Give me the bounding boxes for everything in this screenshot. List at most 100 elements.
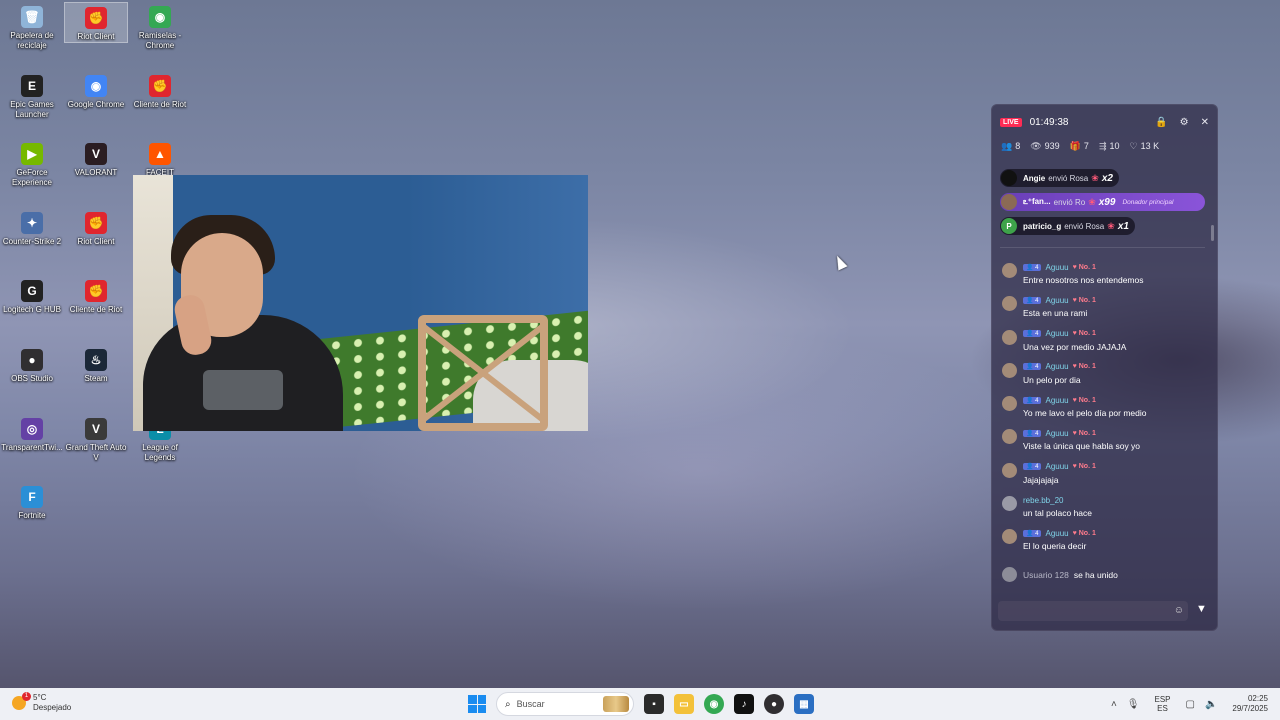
avatar[interactable]	[1002, 396, 1017, 412]
chat-username[interactable]: rebe.bb_20	[1023, 496, 1063, 505]
chat-username[interactable]: Aguuu	[1045, 263, 1068, 272]
chat-username[interactable]: Aguuu	[1045, 296, 1068, 305]
desktop-icon[interactable]: ✦ Counter-Strike 2	[0, 208, 64, 247]
gift-user[interactable]: patricio_g	[1023, 222, 1061, 231]
chat-username[interactable]: Aguuu	[1045, 529, 1068, 538]
gift-list: Angie envió Rosa ❀ x2 ఽ⁺fan... envió Ro ❀ x99 Do…	[1000, 169, 1205, 241]
avatar[interactable]	[1002, 462, 1017, 478]
chat-message: 👤 4 Aguuu ♥ No. 1 Una vez por medio JAJAJA	[1002, 328, 1202, 361]
volume-icon[interactable]: 🔈	[1205, 699, 1217, 710]
chat-message: 👤 4 Aguuu ♥ No. 1 Un pelo por dia	[1002, 361, 1202, 394]
rank-badge: ♥ No. 1	[1072, 529, 1096, 537]
app-icon: ◉	[85, 74, 107, 97]
desktop-icon-label: Cliente de Riot	[133, 99, 187, 109]
rose-icon: ❀	[1091, 172, 1099, 183]
taskbar-search[interactable]: ⌕ Buscar	[496, 692, 634, 716]
app-icon: G	[21, 280, 43, 303]
avatar[interactable]	[1002, 263, 1017, 278]
file-explorer-icon[interactable]: ▭	[674, 694, 694, 714]
live-badge: LIVE	[1000, 117, 1022, 127]
divider	[1000, 247, 1205, 248]
emoji-icon[interactable]: ☺	[1174, 605, 1184, 616]
chat-username[interactable]: Aguuu	[1045, 329, 1068, 338]
windows-start-icon[interactable]	[468, 695, 486, 713]
obs-icon[interactable]: ●	[764, 694, 784, 714]
clock-date: 29/7/2025	[1232, 704, 1268, 713]
desktop-icon[interactable]: V Grand Theft Auto V	[64, 414, 128, 463]
desktop-icon[interactable]: ✊ Riot Client	[64, 208, 128, 247]
gift-user[interactable]: Angie	[1023, 174, 1045, 183]
weather-widget[interactable]: 5°C Despejado	[12, 692, 71, 713]
desktop-icon-label: Fortnite	[18, 511, 46, 521]
app-icon: V	[85, 143, 107, 166]
desktop-icon[interactable]: G Logitech G HUB	[0, 276, 64, 315]
app-icon: ✦	[21, 211, 43, 234]
taskbar: 5°C Despejado ⌕ Buscar ▪ ▭ ◉ ♪ ● ▦ ˄ 🎙 E…	[0, 688, 1280, 720]
gift-user[interactable]: ఽ⁺fan...	[1023, 197, 1051, 208]
desktop-icon[interactable]: ▲ FACEIT	[128, 139, 192, 178]
chat-message: 👤 4 Aguuu ♥ No. 1 Jajajajaja	[1002, 461, 1202, 494]
desktop-icon[interactable]: ▶ GeForce Experience	[0, 139, 64, 188]
chat-text: Yo me lavo el pelo día por medio	[1023, 408, 1147, 419]
tiktok-icon[interactable]: ♪	[734, 694, 754, 714]
desktop-icon-label: Google Chrome	[67, 99, 125, 109]
avatar[interactable]	[1002, 329, 1017, 345]
chat-username[interactable]: Aguuu	[1045, 362, 1068, 371]
clock[interactable]: 02:25 29/7/2025	[1232, 694, 1268, 714]
chat-username[interactable]: Aguuu	[1045, 462, 1068, 471]
desktop-icon[interactable]: ✊ Cliente de Riot	[64, 276, 128, 315]
chat-username[interactable]: Aguuu	[1045, 429, 1068, 438]
desktop-icon-label: Riot Client	[77, 32, 115, 41]
chat-input[interactable]: ☺	[998, 601, 1188, 621]
app-icon: ▶	[21, 143, 43, 166]
desktop-icon[interactable]: V VALORANT	[64, 139, 128, 178]
rose-icon: ❀	[1088, 196, 1096, 207]
live-panel-header: LIVE 01:49:38 🔒 ⚙ ✕	[1000, 113, 1209, 131]
stat-shares: ⇶ 10	[1098, 141, 1120, 151]
chat-username[interactable]: Aguuu	[1045, 396, 1068, 405]
stat-views: 👁 939	[1030, 141, 1060, 151]
avatar[interactable]	[1002, 429, 1017, 445]
level-badge: 👤 4	[1023, 330, 1042, 338]
chevron-up-icon[interactable]: ˄	[1111, 699, 1117, 710]
settings-icon[interactable]: ⚙	[1180, 117, 1189, 128]
level-badge: 👤 4	[1023, 296, 1042, 304]
app-icon: ●	[21, 349, 43, 371]
eye-icon: 👁	[1030, 141, 1042, 151]
join-notice: Usuario 128 se ha unido	[1002, 567, 1118, 582]
avatar[interactable]	[1002, 362, 1017, 378]
avatar[interactable]	[1002, 529, 1017, 545]
desktop-icon[interactable]: ◉ Google Chrome	[64, 71, 128, 110]
desktop-icon[interactable]: ◎ TransparentTwi...	[0, 414, 64, 453]
filter-icon[interactable]: ▼	[1196, 603, 1207, 615]
desktop-icon-label: Ramiselas - Chrome	[138, 31, 182, 50]
rose-icon: ❀	[1107, 220, 1115, 231]
desktop-icon[interactable]: E Epic Games Launcher	[0, 71, 64, 120]
language-indicator[interactable]: ESP ES	[1154, 695, 1170, 713]
desktop-icon[interactable]: ♨ Steam	[64, 345, 128, 384]
lock-icon[interactable]: 🔒	[1155, 117, 1167, 128]
scrollbar[interactable]	[1211, 225, 1214, 241]
chat-message: 👤 4 Aguuu ♥ No. 1 Esta en una rami	[1002, 294, 1202, 327]
desktop-icon[interactable]: F Fortnite	[0, 482, 64, 521]
chat-text: El lo queria decir	[1023, 541, 1087, 552]
desktop-icon[interactable]: ◉ Ramiselas - Chrome	[128, 2, 192, 51]
network-icon[interactable]: ▢	[1186, 699, 1195, 710]
level-badge: 👤 4	[1023, 363, 1042, 371]
avatar[interactable]	[1002, 496, 1017, 512]
desktop-icon-label: Papelera de reciclaje	[10, 31, 54, 50]
task-view-icon[interactable]: ▪	[644, 694, 664, 714]
desktop-icon[interactable]: ✊ Cliente de Riot	[128, 71, 192, 110]
desktop-icon-label: Logitech G HUB	[3, 305, 61, 315]
microphone-icon[interactable]: 🎙	[1127, 699, 1140, 710]
stat-likes: ♡ 13 K	[1129, 141, 1160, 151]
close-icon[interactable]: ✕	[1201, 117, 1209, 128]
desktop-icon[interactable]: ● OBS Studio	[0, 345, 64, 384]
app-icon: ▲	[149, 143, 171, 166]
app-window-icon[interactable]: ▦	[794, 694, 814, 714]
chat-text: Viste la única que habla soy yo	[1023, 441, 1141, 452]
avatar[interactable]	[1002, 296, 1017, 312]
desktop-icon[interactable]: ✊ Riot Client	[64, 2, 128, 43]
chrome-icon[interactable]: ◉	[704, 694, 724, 714]
desktop-icon[interactable]: 🗑 Papelera de reciclaje	[0, 2, 64, 51]
